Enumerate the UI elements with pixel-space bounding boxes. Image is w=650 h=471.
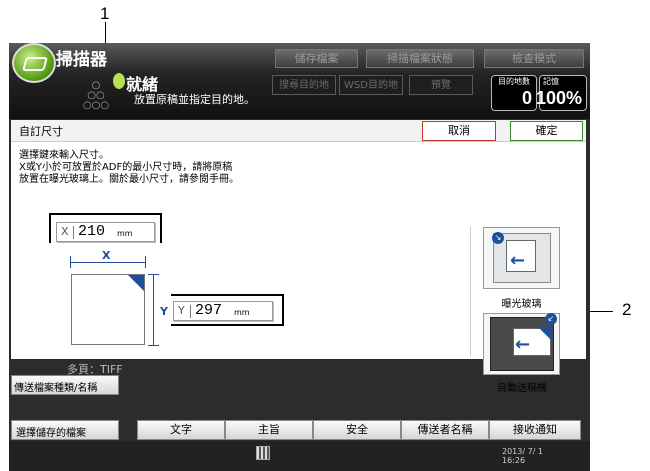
adf-option[interactable]: ← ↙ xyxy=(483,313,560,375)
paper-diagram xyxy=(71,274,145,345)
exposure-glass-icon: ← ↘ xyxy=(492,232,551,283)
file-type-button-label: 傳送檔案種類/名稱 xyxy=(14,383,98,394)
adf-label: 自動送稿機 xyxy=(497,383,547,394)
tab-scan-status[interactable]: 掃描檔案狀態 xyxy=(366,49,474,68)
instruction-line-3: 放置在曝光玻璃上。關於最小尺寸，請參閱手冊。 xyxy=(19,174,239,185)
memory-label: 記憶 xyxy=(543,77,559,86)
scanner-screen: 掃描器 儲存檔案 掃描檔案狀態 檢查模式 ○ ○○ ○○○ 就緒 放置原稿並指定目的… xyxy=(9,43,590,471)
exposure-glass-label: 曝光玻璃 xyxy=(501,299,542,310)
x-dimension-tick-right xyxy=(145,256,146,268)
exposure-glass-option[interactable]: ← ↘ xyxy=(483,227,560,289)
x-dimension-line xyxy=(71,262,146,263)
select-stored-file-label: 選擇儲存的檔案 xyxy=(16,428,86,439)
x-field-unit: mm xyxy=(117,229,133,238)
callout-number-1: 1 xyxy=(100,4,110,23)
destination-count: 目的地數 0 xyxy=(491,75,537,111)
callout-number-2: 2 xyxy=(622,300,632,319)
status-icon: ○ ○○ ○○○ xyxy=(82,80,110,111)
select-stored-file-button[interactable]: 選擇儲存的檔案 xyxy=(11,420,119,440)
y-size-field[interactable]: Y 297 mm xyxy=(173,301,273,321)
book-icon xyxy=(256,446,270,460)
y-field-value: 297 xyxy=(195,302,223,319)
wsd-destination-button[interactable]: WSD目的地 xyxy=(339,75,403,95)
dialog-header: 自訂尺寸 取消 確定 xyxy=(11,120,586,142)
y-field-prefix: Y xyxy=(178,304,185,317)
paper-orientation-icon xyxy=(128,275,144,291)
x-field-value: 210 xyxy=(78,223,106,240)
preview-button[interactable]: 預覽 xyxy=(409,75,473,95)
text-button[interactable]: 文字 xyxy=(137,420,225,440)
app-title: 掃描器 xyxy=(56,50,107,70)
header-bar: 掃描器 儲存檔案 掃描檔案狀態 檢查模式 ○ ○○ ○○○ 就緒 放置原稿並指定目的… xyxy=(9,43,590,119)
cancel-button[interactable]: 取消 xyxy=(422,121,496,141)
date-time: 2013/ 7/ 1 16:26 xyxy=(502,447,543,465)
file-type-button[interactable]: 傳送檔案種類/名稱 xyxy=(11,375,119,395)
destination-count-value: 0 xyxy=(521,88,532,108)
adf-icon: ← ↙ xyxy=(490,313,557,371)
subject-button[interactable]: 主旨 xyxy=(225,420,313,440)
scanner-logo-icon xyxy=(12,43,56,83)
custom-size-dialog: 自訂尺寸 取消 確定 選擇鍵來輸入尺寸。 X或Y小於可放置於ADF的最小尺寸時，… xyxy=(11,120,586,394)
y-dimension-tick-bottom xyxy=(148,345,159,346)
tab-check-mode[interactable]: 檢查模式 xyxy=(484,49,584,68)
y-field-unit: mm xyxy=(234,308,250,317)
x-size-field[interactable]: X 210 mm xyxy=(56,222,155,242)
security-button[interactable]: 安全 xyxy=(313,420,401,440)
date-text: 2013/ 7/ 1 xyxy=(502,447,544,456)
y-dimension-line xyxy=(153,274,154,346)
ok-button[interactable]: 確定 xyxy=(510,121,583,141)
y-field-separator xyxy=(190,305,191,318)
status-message: 放置原稿並指定目的地。 xyxy=(134,93,255,106)
instruction-line-1: 選擇鍵來輸入尺寸。 xyxy=(19,150,109,161)
dialog-title: 自訂尺寸 xyxy=(19,125,63,138)
instruction-line-2: X或Y小於可放置於ADF的最小尺寸時，請將原稿 xyxy=(19,162,233,173)
tab-store-file[interactable]: 儲存檔案 xyxy=(275,49,358,68)
y-dimension-tick-top xyxy=(148,274,159,275)
sender-name-button[interactable]: 傳送者名稱 xyxy=(401,420,489,440)
x-field-prefix: X xyxy=(61,225,69,238)
x-dimension-tick-left xyxy=(70,256,71,268)
x-dimension-label: X xyxy=(102,249,111,262)
time-text: 16:26 xyxy=(502,456,526,465)
ready-indicator-icon xyxy=(113,73,125,89)
search-destination-button[interactable]: 搜尋目的地 xyxy=(272,75,336,95)
receive-notice-button[interactable]: 接收通知 xyxy=(489,420,581,440)
destination-count-label: 目的地數 xyxy=(498,77,530,86)
memory-value: 100% xyxy=(535,88,582,108)
x-field-separator xyxy=(73,226,74,239)
y-dimension-label: Y xyxy=(160,305,168,318)
memory-indicator: 記憶 100% xyxy=(535,75,587,111)
